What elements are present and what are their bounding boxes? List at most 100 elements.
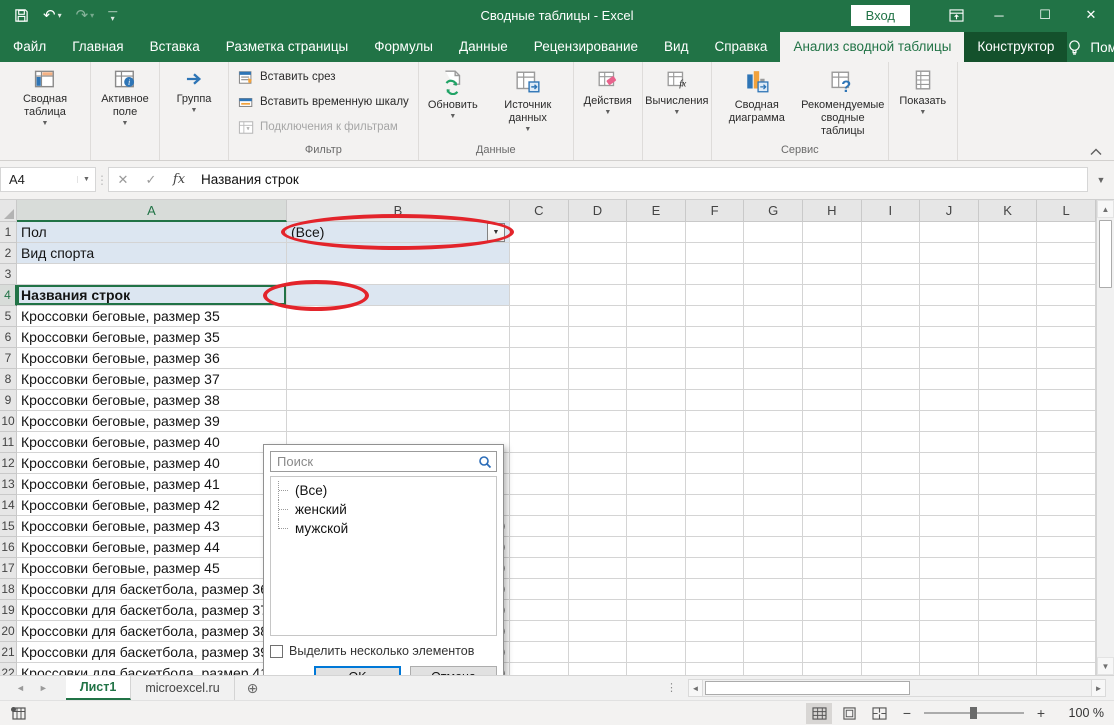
group-button[interactable]: Группа▼ <box>162 64 226 143</box>
cell-L21[interactable] <box>1037 642 1096 663</box>
cell-L20[interactable] <box>1037 621 1096 642</box>
cell-H12[interactable] <box>803 453 862 474</box>
cell-A3[interactable] <box>17 264 287 285</box>
row-header-7[interactable]: 7 <box>0 348 17 369</box>
filter-item-Все[interactable]: (Все) <box>273 481 494 500</box>
cell-J13[interactable] <box>920 474 979 495</box>
cell-E12[interactable] <box>627 453 686 474</box>
cell-A2[interactable]: Вид спорта <box>17 243 287 264</box>
cell-K3[interactable] <box>979 264 1038 285</box>
cell-J4[interactable] <box>920 285 979 306</box>
cell-K2[interactable] <box>979 243 1038 264</box>
cell-D4[interactable] <box>569 285 628 306</box>
cell-B6[interactable] <box>287 327 510 348</box>
cell-C15[interactable] <box>510 516 569 537</box>
cell-L16[interactable] <box>1037 537 1096 558</box>
tab-рецензирование[interactable]: Рецензирование <box>521 32 651 62</box>
cell-C19[interactable] <box>510 600 569 621</box>
cell-C12[interactable] <box>510 453 569 474</box>
cell-C13[interactable] <box>510 474 569 495</box>
cell-L18[interactable] <box>1037 579 1096 600</box>
cell-J2[interactable] <box>920 243 979 264</box>
sheet-tab-microexcel.ru[interactable]: microexcel.ru <box>131 676 234 700</box>
cell-D2[interactable] <box>569 243 628 264</box>
zoom-out-icon[interactable]: − <box>896 705 918 721</box>
cell-L19[interactable] <box>1037 600 1096 621</box>
cell-G12[interactable] <box>744 453 803 474</box>
cell-D1[interactable] <box>569 222 628 243</box>
cell-J16[interactable] <box>920 537 979 558</box>
normal-view-icon[interactable] <box>806 703 832 724</box>
cell-K8[interactable] <box>979 369 1038 390</box>
cell-G2[interactable] <box>744 243 803 264</box>
cell-A4[interactable]: Названия строк <box>17 285 287 306</box>
cell-E13[interactable] <box>627 474 686 495</box>
cell-C7[interactable] <box>510 348 569 369</box>
cell-J20[interactable] <box>920 621 979 642</box>
cell-F17[interactable] <box>686 558 745 579</box>
cell-G16[interactable] <box>744 537 803 558</box>
cell-L13[interactable] <box>1037 474 1096 495</box>
cell-A6[interactable]: Кроссовки беговые, размер 35 <box>17 327 287 348</box>
cell-K12[interactable] <box>979 453 1038 474</box>
timeline-button[interactable]: Вставить временную шкалу <box>235 91 412 113</box>
row-header-3[interactable]: 3 <box>0 264 17 285</box>
cell-D20[interactable] <box>569 621 628 642</box>
tab-файл[interactable]: Файл <box>0 32 59 62</box>
cell-C1[interactable] <box>510 222 569 243</box>
row-header-6[interactable]: 6 <box>0 327 17 348</box>
filter-connections-button[interactable]: Подключения к фильтрам <box>235 116 412 138</box>
cell-I10[interactable] <box>862 411 921 432</box>
cell-D5[interactable] <box>569 306 628 327</box>
tab-вид[interactable]: Вид <box>651 32 701 62</box>
cell-I11[interactable] <box>862 432 921 453</box>
cell-H5[interactable] <box>803 306 862 327</box>
cell-H13[interactable] <box>803 474 862 495</box>
cell-H9[interactable] <box>803 390 862 411</box>
cell-F3[interactable] <box>686 264 745 285</box>
cell-E9[interactable] <box>627 390 686 411</box>
zoom-slider-thumb[interactable] <box>970 707 977 719</box>
cell-E3[interactable] <box>627 264 686 285</box>
formula-input[interactable]: Названия строк <box>193 167 1088 192</box>
save-icon[interactable] <box>14 8 29 23</box>
cell-J14[interactable] <box>920 495 979 516</box>
cell-G7[interactable] <box>744 348 803 369</box>
cell-F16[interactable] <box>686 537 745 558</box>
cell-L3[interactable] <box>1037 264 1096 285</box>
maximize-button[interactable]: ☐ <box>1022 0 1068 30</box>
cell-H6[interactable] <box>803 327 862 348</box>
cell-H21[interactable] <box>803 642 862 663</box>
cell-C11[interactable] <box>510 432 569 453</box>
tab-вставка[interactable]: Вставка <box>137 32 213 62</box>
cell-D13[interactable] <box>569 474 628 495</box>
cell-J10[interactable] <box>920 411 979 432</box>
column-header-a[interactable]: A <box>17 200 287 222</box>
cell-D15[interactable] <box>569 516 628 537</box>
cell-H11[interactable] <box>803 432 862 453</box>
horizontal-scrollbar[interactable]: ◄ ► <box>688 679 1106 697</box>
cell-K20[interactable] <box>979 621 1038 642</box>
row-header-19[interactable]: 19 <box>0 600 17 621</box>
cell-A15[interactable]: Кроссовки беговые, размер 43 <box>17 516 287 537</box>
zoom-slider[interactable] <box>924 712 1024 714</box>
cell-K4[interactable] <box>979 285 1038 306</box>
cell-E11[interactable] <box>627 432 686 453</box>
search-icon[interactable] <box>478 455 492 469</box>
cell-B4[interactable] <box>287 285 510 306</box>
zoom-in-icon[interactable]: + <box>1030 705 1052 721</box>
data-source-button[interactable]: Источник данных▼ <box>485 64 571 143</box>
cell-J3[interactable] <box>920 264 979 285</box>
search-input[interactable]: Поиск <box>270 451 497 472</box>
cell-A1[interactable]: Пол <box>17 222 287 243</box>
cell-H8[interactable] <box>803 369 862 390</box>
checkbox-icon[interactable] <box>270 645 283 658</box>
cell-C4[interactable] <box>510 285 569 306</box>
cell-H15[interactable] <box>803 516 862 537</box>
cell-F22[interactable] <box>686 663 745 675</box>
cell-H7[interactable] <box>803 348 862 369</box>
confirm-entry-icon[interactable]: ✓ <box>137 172 165 188</box>
cell-F15[interactable] <box>686 516 745 537</box>
slicer-button[interactable]: Вставить срез <box>235 66 412 88</box>
cell-E1[interactable] <box>627 222 686 243</box>
